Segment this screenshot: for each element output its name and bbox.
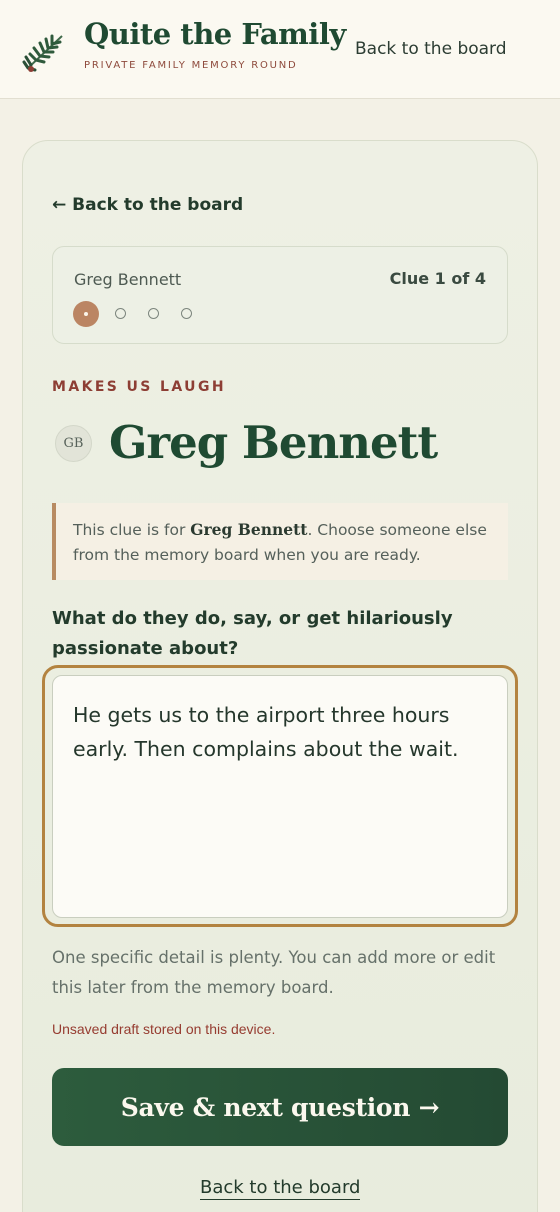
- clue-category: MAKES US LAUGH: [52, 379, 226, 395]
- brand-subtitle: PRIVATE FAMILY MEMORY ROUND: [84, 60, 298, 71]
- draft-status: Unsaved draft stored on this device.: [52, 1021, 276, 1037]
- clue-counter: Clue 1 of 4: [389, 269, 486, 288]
- top-bar: Quite the Family PRIVATE FAMILY MEMORY R…: [0, 0, 560, 99]
- progress-dot: [148, 308, 159, 319]
- progress-person-name: Greg Bennett: [74, 270, 182, 289]
- question-label: What do they do, say, or get hilariously…: [52, 608, 453, 659]
- helper-text: One specific detail is plenty. You can a…: [52, 948, 496, 997]
- notice-text-before: This clue is for: [73, 521, 191, 539]
- brand-title: Quite the Family: [84, 17, 346, 51]
- page-title: Greg Bennett: [109, 416, 438, 469]
- header-back-link[interactable]: Back to the board: [355, 39, 507, 59]
- avatar: GB: [55, 425, 92, 462]
- back-to-board-link[interactable]: ← Back to the board: [52, 195, 243, 215]
- notice-person-name: Greg Bennett: [190, 520, 308, 539]
- bottom-back-link[interactable]: Back to the board: [200, 1177, 361, 1200]
- answer-textarea[interactable]: He gets us to the airport three hours ea…: [52, 675, 508, 918]
- progress-dot: [181, 308, 192, 319]
- pine-branch-icon: [22, 34, 63, 72]
- clue-notice: This clue is for Greg Bennett. Choose so…: [52, 503, 508, 580]
- progress-dot: [115, 308, 126, 319]
- progress-dot-current: [73, 301, 99, 327]
- progress-panel: Greg Bennett Clue 1 of 4: [52, 246, 508, 344]
- save-next-button[interactable]: Save & next question →: [52, 1068, 508, 1146]
